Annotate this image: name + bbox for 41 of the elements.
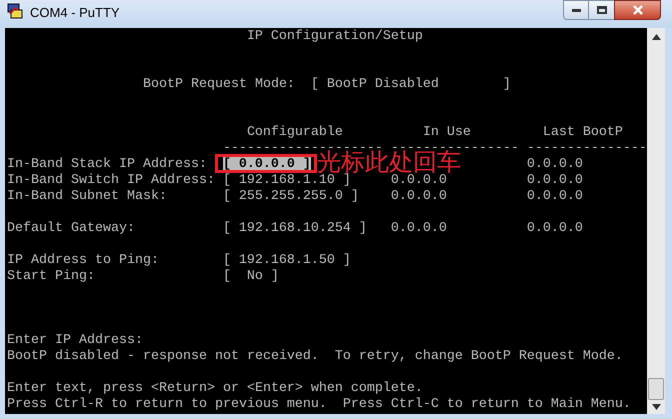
help-text: Enter text, press <Return> or <Enter> when complete.: [7, 381, 423, 396]
field-label: In-Band Switch IP Address:: [7, 173, 216, 189]
screen-title: IP Configuration/Setup: [246, 29, 423, 45]
close-button[interactable]: [614, 0, 661, 20]
config-field[interactable]: [ 255.255.255.0 ]: [222, 189, 359, 205]
last-bootp-value: 0.0.0.0: [526, 189, 583, 205]
config-field[interactable]: [ 192.168.1.10 ]: [222, 173, 351, 189]
in-use-value: 0.0.0.0: [390, 173, 447, 189]
in-use-value: 0.0.0.0: [390, 221, 447, 237]
field-label: Default Gateway:: [7, 221, 136, 237]
last-bootp-value: 0.0.0.0: [526, 221, 583, 237]
scroll-up-icon[interactable]: [652, 34, 660, 40]
field-label: IP Address to Ping:: [7, 253, 160, 269]
scroll-down-icon[interactable]: [652, 404, 660, 410]
column-heading: Last BootP: [542, 125, 623, 141]
minimize-icon: [572, 8, 580, 12]
help-text: Press Ctrl-R to return to previous menu. Press Ctrl-C to return to Main Menu.: [7, 397, 631, 412]
last-bootp-value: 0.0.0.0: [526, 173, 583, 189]
in-use-value: 0.0.0.0: [390, 189, 447, 205]
field-label: BootP Request Mode:: [142, 77, 296, 93]
field-label: Start Ping:: [7, 269, 96, 285]
window-title: COM4 - PuTTY: [30, 4, 120, 22]
column-rule: ---------------: [526, 141, 647, 157]
column-heading: Configurable: [246, 125, 344, 141]
maximize-button[interactable]: [589, 0, 614, 20]
config-field[interactable]: [ 192.168.1.50 ]: [222, 253, 351, 269]
field-value: [ BootP Disabled ]: [310, 77, 511, 93]
scrollbar-thumb[interactable]: [648, 378, 664, 400]
scrollbar[interactable]: [647, 28, 665, 414]
minimize-button[interactable]: [563, 0, 589, 20]
maximize-icon: [596, 6, 606, 14]
computer-icon: [6, 2, 24, 20]
field-label: In-Band Subnet Mask:: [7, 189, 168, 205]
field-label: In-Band Stack IP Address:: [7, 157, 208, 173]
config-field[interactable]: [ No ]: [222, 269, 279, 285]
last-bootp-value: 0.0.0.0: [526, 157, 583, 173]
close-icon: [632, 5, 642, 15]
status-message: BootP disabled - response not received. To retry, change BootP Request Mode.: [7, 349, 623, 364]
prompt-text: Enter IP Address:: [7, 333, 143, 348]
column-heading: In Use: [422, 125, 472, 141]
config-field[interactable]: [ 192.168.10.254 ]: [222, 221, 367, 237]
